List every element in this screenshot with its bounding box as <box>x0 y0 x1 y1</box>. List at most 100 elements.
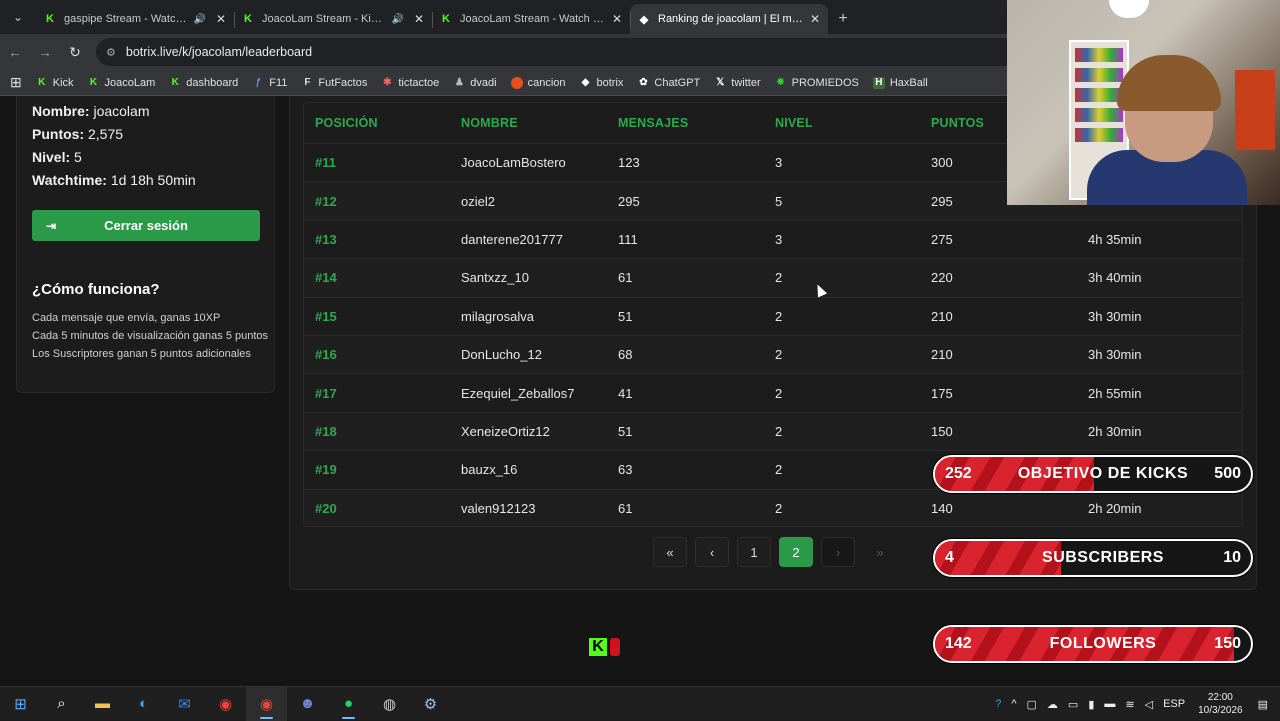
battery-icon[interactable]: ▬ <box>1104 698 1115 710</box>
cell-level: 2 <box>775 423 783 439</box>
kicks-goal-overlay: 252 OBJETIVO DE KICKS 500 <box>933 455 1253 493</box>
cell-name: danterene201777 <box>461 231 563 247</box>
cell-level: 3 <box>775 231 783 247</box>
site-info-icon[interactable]: ⚙ <box>106 46 116 59</box>
speaker-icon[interactable]: 🔊 <box>193 14 205 25</box>
steam-icon[interactable]: ⚙ <box>410 687 451 721</box>
new-tab-plus-icon[interactable]: + <box>828 4 858 34</box>
page-1-button[interactable]: 1 <box>737 537 771 567</box>
clock[interactable]: 22:00 10/3/2026 <box>1198 691 1243 717</box>
discord-icon[interactable]: ☻ <box>287 687 328 721</box>
outlook-icon[interactable]: ✉ <box>164 687 205 721</box>
edge-icon[interactable]: ◐ <box>123 687 164 721</box>
cell-messages: 63 <box>618 462 633 478</box>
bookmark-cancion[interactable]: cancion <box>510 76 566 89</box>
cell-level: 5 <box>775 193 783 209</box>
browser-tab[interactable]: K JoacoLam Stream - Kick Dashboard 🔊 ✕ <box>234 4 432 34</box>
goal-current: 4 <box>945 549 954 566</box>
bookmark-haxball[interactable]: H HaxBall <box>872 76 928 89</box>
bookmark-label: ChatGPT <box>654 76 701 89</box>
next-page-button[interactable]: › <box>821 537 855 567</box>
bookmark-botrix[interactable]: ◆ botrix <box>580 77 624 89</box>
x-twitter-icon: 𝕏 <box>716 77 725 88</box>
speaker-icon[interactable]: 🔊 <box>391 14 403 25</box>
last-page-button[interactable]: » <box>863 537 897 567</box>
search-icon[interactable]: ⌕ <box>41 687 82 721</box>
forward-arrow-icon[interactable]: → <box>30 44 60 60</box>
col-header-name[interactable]: NOMBRE <box>461 116 618 130</box>
back-arrow-icon[interactable]: ← <box>0 44 30 60</box>
close-tab-icon[interactable]: ✕ <box>612 12 622 26</box>
close-tab-icon[interactable]: ✕ <box>414 12 424 26</box>
bookmark-label: Kick <box>52 76 74 89</box>
cell-position: #12 <box>315 193 337 209</box>
browser-tab[interactable]: K gaspipe Stream - Watch Live 🔊 ✕ <box>36 4 234 34</box>
col-header-messages[interactable]: MENSAJES <box>618 116 775 130</box>
cell-watchtime: 2h 55min <box>1088 385 1142 401</box>
chrome-active-icon[interactable]: ◉ <box>246 686 287 721</box>
bookmark-joacolam[interactable]: K JoacoLam <box>88 77 155 89</box>
bookmark-dashboard[interactable]: Kdashboard <box>169 76 239 89</box>
bookmark-label: PROMIEDOS <box>791 76 859 89</box>
chrome-icon[interactable]: ◉ <box>205 687 246 721</box>
bookmark-label: dashboard <box>186 76 239 89</box>
botrix-logo-icon: ◆ <box>581 77 590 88</box>
bookmark-twitter[interactable]: 𝕏twitter <box>714 77 760 89</box>
volume-icon[interactable]: ◁ <box>1145 698 1153 711</box>
cloud-icon[interactable]: ☁ <box>1047 698 1058 711</box>
bookmark-promiedos[interactable]: ✸ PROMIEDOS <box>775 76 859 89</box>
bookmark-label: F11 <box>269 76 288 89</box>
goal-label: OBJETIVO DE KICKS <box>1017 465 1189 482</box>
reload-icon[interactable]: ↻ <box>60 44 90 61</box>
prev-page-button[interactable]: ‹ <box>695 537 729 567</box>
cell-position: #16 <box>315 347 337 363</box>
cell-level: 3 <box>775 155 783 171</box>
file-explorer-icon[interactable]: ▬ <box>82 687 123 721</box>
close-tab-icon[interactable]: ✕ <box>810 12 820 26</box>
cell-messages: 295 <box>618 193 640 209</box>
bookmark-chatgpt[interactable]: ✿ ChatGPT <box>637 77 700 89</box>
spotify-icon[interactable]: ● <box>328 687 369 721</box>
wifi-icon[interactable]: ≋ <box>1125 698 1134 711</box>
close-tab-icon[interactable]: ✕ <box>216 12 226 26</box>
level-value: 5 <box>74 149 82 165</box>
browser-tab[interactable]: K JoacoLam Stream - Watch Live on Kick ✕ <box>432 4 630 34</box>
tab-search-chevron-icon[interactable]: ⌄ <box>0 0 36 34</box>
apps-grid-icon[interactable]: ⊞ <box>10 74 22 91</box>
first-page-button[interactable]: « <box>653 537 687 567</box>
windows-start-icon[interactable]: ⊞ <box>0 687 41 721</box>
cell-position: #13 <box>315 231 337 247</box>
kick-logo-icon: K <box>38 77 46 88</box>
language-indicator[interactable]: ESP <box>1163 698 1185 710</box>
page-2-button[interactable]: 2 <box>779 537 813 567</box>
bookmark-dvadi[interactable]: ♟ dvadi <box>453 77 497 89</box>
goal-target: 500 <box>1214 465 1241 482</box>
cell-level: 2 <box>775 500 783 516</box>
bookmark-f11[interactable]: ƒ F11 <box>252 76 288 89</box>
obs-icon[interactable]: ◍ <box>369 687 410 721</box>
col-header-level[interactable]: NIVEL <box>775 116 931 130</box>
cell-level: 2 <box>775 270 783 286</box>
cell-name: DonLucho_12 <box>461 347 542 363</box>
bookmark-tictactoe[interactable]: ✱ tictactoe <box>381 77 439 89</box>
microphone-icon[interactable]: ▮ <box>1088 698 1094 711</box>
browser-tab-active[interactable]: ◆ Ranking de joacolam | El mejor ✕ <box>630 4 828 34</box>
bookmark-label: twitter <box>731 76 761 89</box>
col-header-position[interactable]: POSICIÓN <box>304 116 461 130</box>
chevron-up-icon[interactable]: ^ <box>1011 698 1016 710</box>
bookmark-kick[interactable]: K Kick <box>36 76 74 89</box>
cell-position: #18 <box>315 423 337 439</box>
profile-watchtime: Watchtime: 1d 18h 50min <box>32 172 196 188</box>
logout-button[interactable]: ⇥ Cerrar sesión <box>32 210 260 241</box>
cell-messages: 61 <box>618 500 633 516</box>
help-icon[interactable]: ? <box>995 698 1001 710</box>
network-icon[interactable]: ▭ <box>1068 698 1078 711</box>
table-row: #16 DonLucho_12 68 2 210 3h 30min <box>304 334 1242 374</box>
notifications-icon[interactable]: ▤ <box>1258 698 1268 711</box>
clock-time: 22:00 <box>1207 692 1233 703</box>
tictactoe-icon: ✱ <box>383 77 392 88</box>
cell-points: 140 <box>931 500 953 516</box>
tray-app-icon[interactable]: ▢ <box>1027 698 1037 711</box>
bookmark-futfactos[interactable]: F FutFactos <box>301 77 367 89</box>
cell-watchtime: 3h 40min <box>1088 270 1142 286</box>
